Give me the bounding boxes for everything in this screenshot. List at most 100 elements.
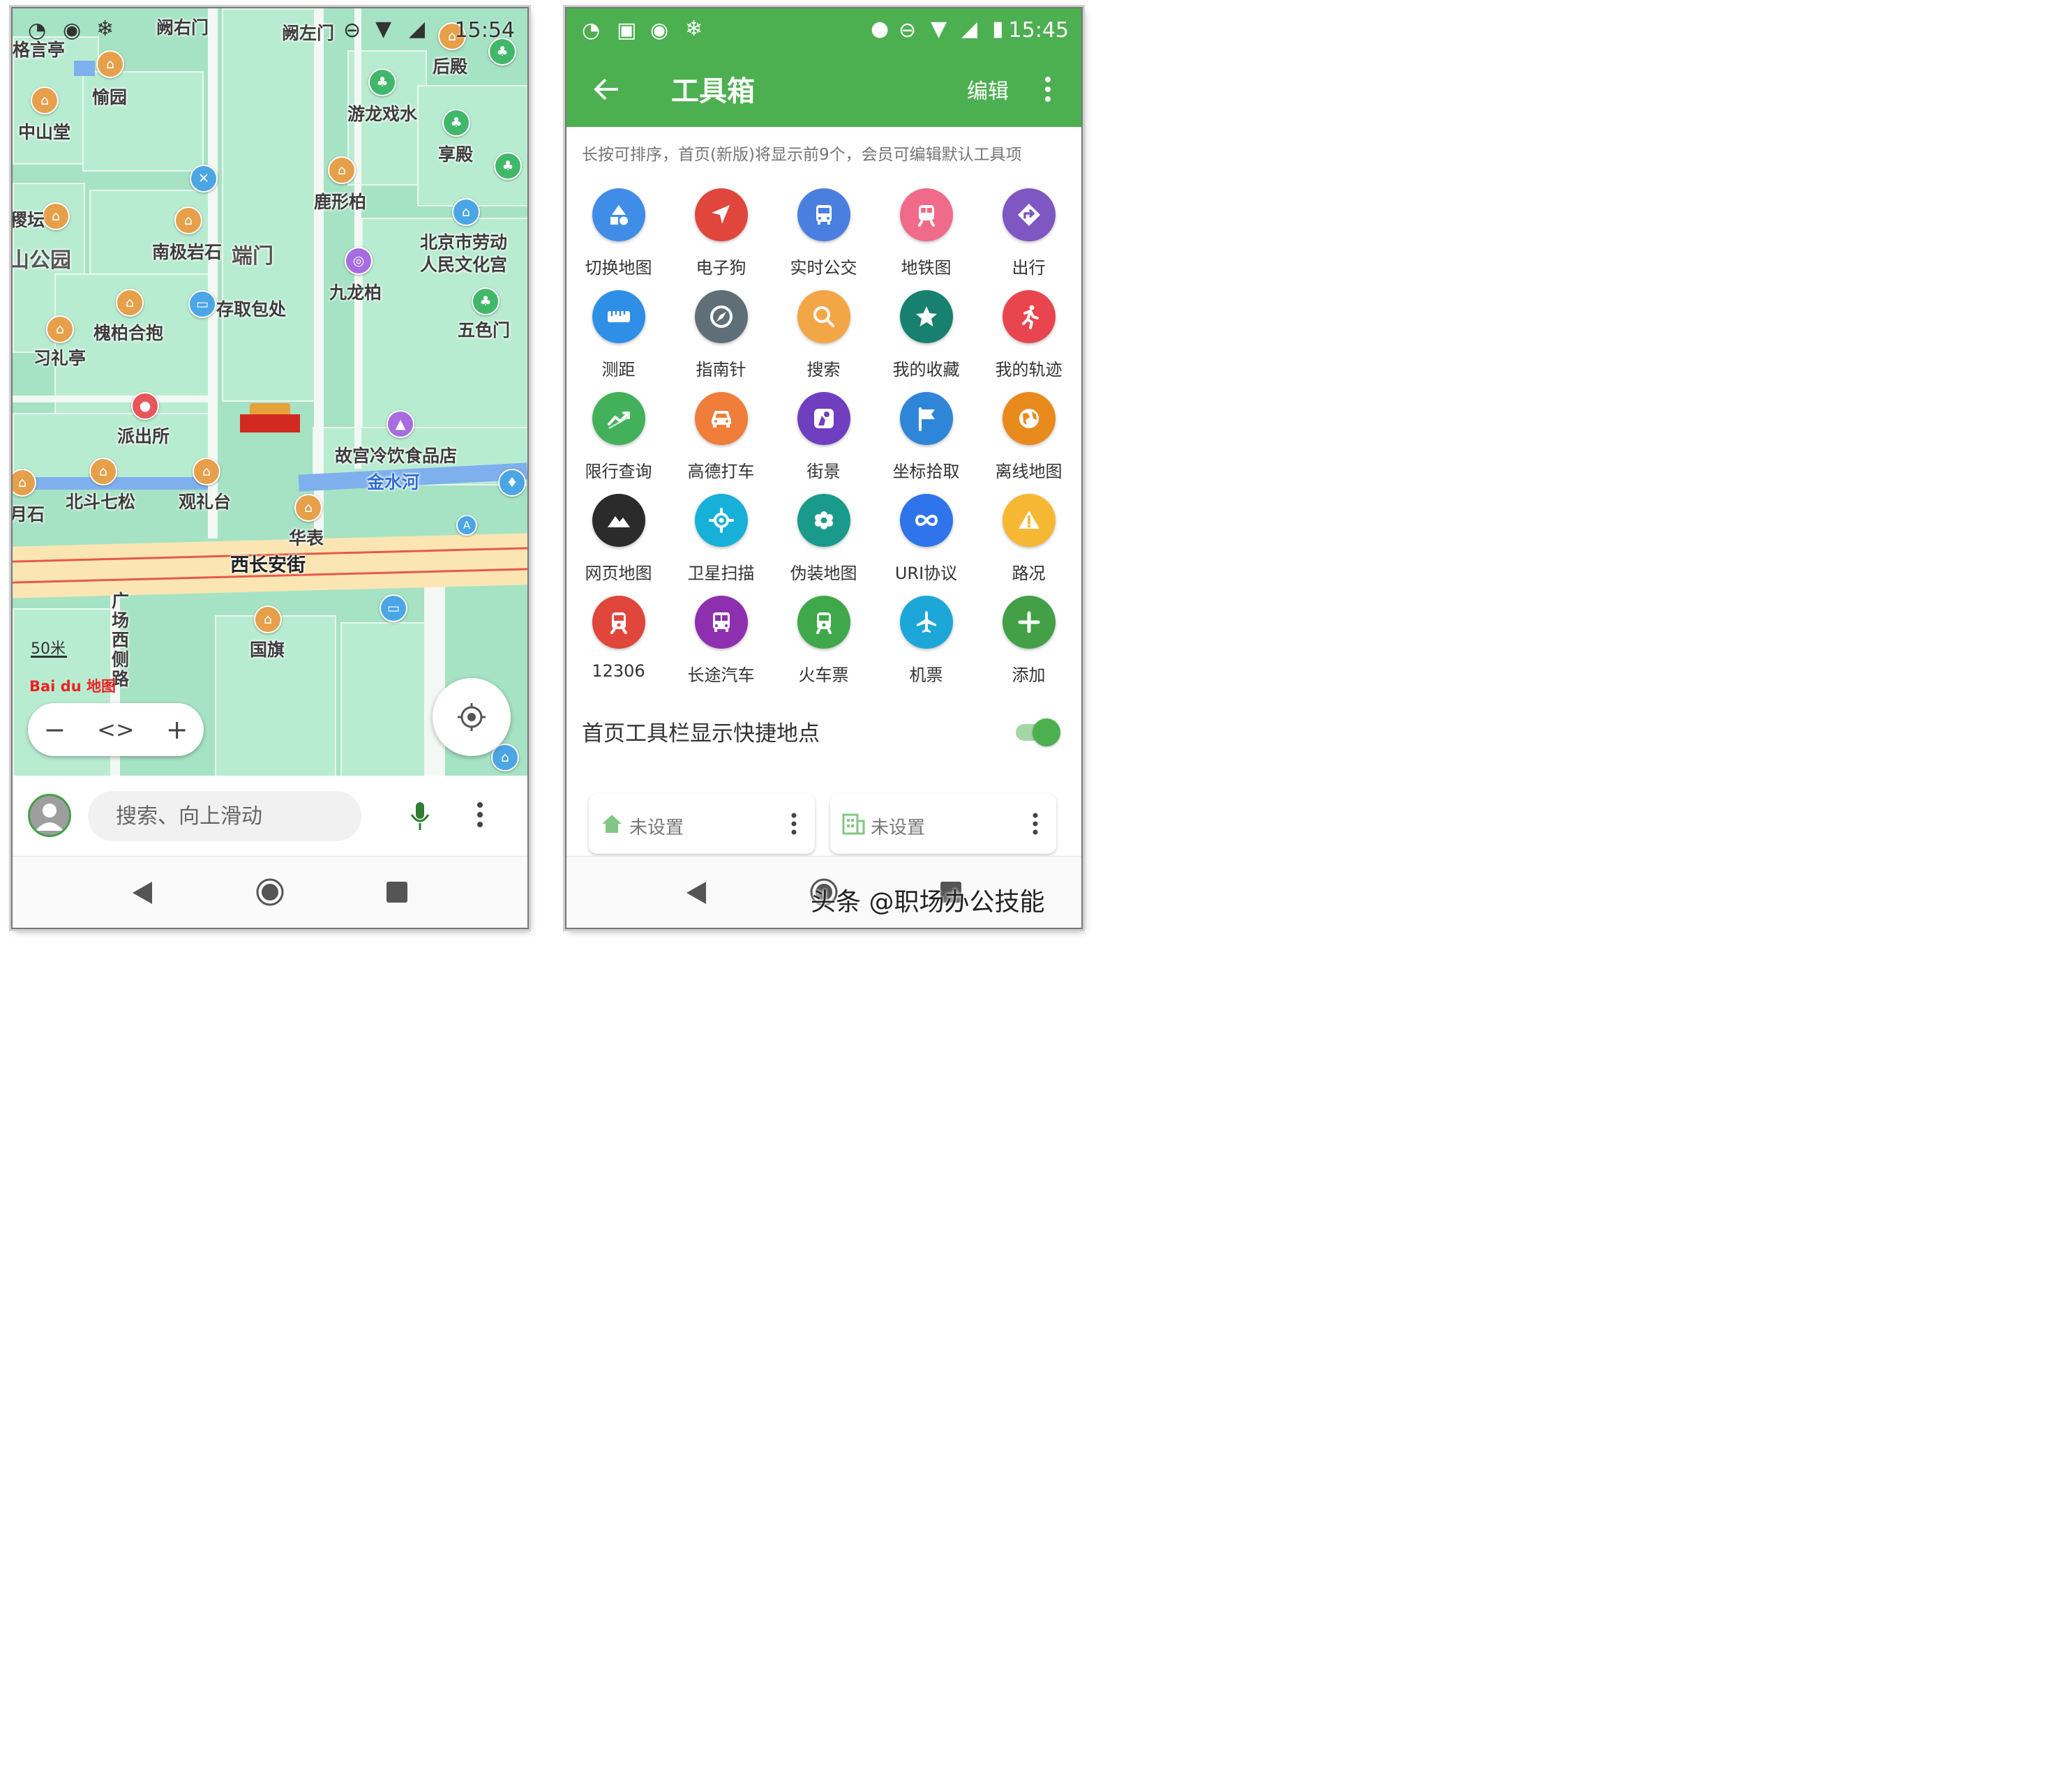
- museum-pin-icon[interactable]: ⌂: [89, 458, 117, 485]
- tool-item[interactable]: 添加: [977, 596, 1080, 686]
- tree-pin-icon[interactable]: ♣: [368, 68, 396, 96]
- tool-label: 我的轨迹: [995, 360, 1063, 379]
- exit-pin-icon[interactable]: ▭: [380, 594, 407, 622]
- zoom-out-button[interactable]: −: [43, 714, 66, 745]
- signal-icon: ◢: [409, 17, 426, 41]
- back-nav-icon[interactable]: [684, 879, 709, 907]
- more-vert-icon[interactable]: [473, 801, 487, 831]
- tool-item[interactable]: 出行: [977, 188, 1080, 278]
- tool-label: 街景: [806, 462, 841, 481]
- map-canvas[interactable]: ⌂ ⌂ ♣ ♣ ♣ ♣ ⌂ ⌂ ✕ ⌂ ⌂ ⌂ ◎ ▭ ♣ ⌂ ⌂ ● ▲ ⌂ …: [13, 8, 527, 854]
- tool-item[interactable]: 伪装地图: [772, 494, 875, 584]
- attraction-pin-icon[interactable]: ◎: [345, 247, 373, 275]
- page-title: 工具箱: [671, 75, 755, 107]
- tool-item[interactable]: 12306: [567, 596, 670, 681]
- tool-item[interactable]: 离线地图: [977, 392, 1080, 482]
- notification-icon: ◔: [582, 18, 601, 43]
- museum-pin-icon[interactable]: ⌂: [13, 469, 36, 497]
- warning-icon: [1002, 494, 1056, 547]
- tool-item[interactable]: 我的收藏: [875, 290, 977, 380]
- tool-item[interactable]: 我的轨迹: [977, 290, 1080, 380]
- museum-pin-icon[interactable]: ⌂: [174, 206, 202, 234]
- quick-places-toggle[interactable]: [1016, 718, 1060, 746]
- ticket-pin-icon[interactable]: ✕: [190, 165, 218, 193]
- tool-item[interactable]: 机票: [875, 596, 977, 686]
- tool-item[interactable]: URI协议: [875, 494, 977, 584]
- globe-icon: [1002, 392, 1056, 445]
- tool-label: 机票: [909, 665, 943, 685]
- watermark: 头条 @职场办公技能: [811, 888, 1045, 917]
- tree-pin-icon[interactable]: ♣: [494, 152, 522, 180]
- tree-pin-icon[interactable]: ♣: [442, 109, 470, 137]
- home-nav-icon[interactable]: [255, 877, 285, 907]
- museum-pin-icon[interactable]: ⌂: [328, 156, 356, 184]
- museum-pin-icon[interactable]: ⌂: [96, 50, 124, 78]
- museum-pin-icon[interactable]: ⌂: [42, 202, 70, 230]
- tool-item[interactable]: 长途汽车: [670, 596, 772, 686]
- tool-item[interactable]: 卫星扫描: [670, 494, 772, 584]
- location-icon: ●: [871, 17, 889, 41]
- tool-label: 切换地图: [585, 258, 652, 278]
- microphone-icon[interactable]: [409, 801, 431, 834]
- tool-item[interactable]: 切换地图: [567, 188, 670, 278]
- river-label: 金水河: [367, 472, 420, 492]
- tool-item[interactable]: 网页地图: [567, 494, 670, 584]
- more-vert-icon[interactable]: [1031, 812, 1039, 836]
- tool-label: 地铁图: [901, 258, 952, 278]
- snowflake-icon: ❄: [96, 17, 114, 41]
- poi-a-marker-icon[interactable]: A: [456, 515, 477, 536]
- tool-item[interactable]: 测距: [567, 290, 670, 380]
- map-label: 国旗: [250, 640, 285, 660]
- tool-item[interactable]: 街景: [772, 392, 875, 482]
- museum-pin-icon[interactable]: ⌂: [31, 86, 59, 114]
- tool-item[interactable]: 高德打车: [670, 392, 772, 482]
- more-vert-icon[interactable]: [1041, 75, 1055, 103]
- search-input[interactable]: [88, 791, 361, 841]
- back-arrow-icon[interactable]: [593, 75, 621, 103]
- tool-item[interactable]: 实时公交: [772, 188, 875, 278]
- edit-button[interactable]: 编辑: [967, 74, 1009, 105]
- museum-pin-icon[interactable]: ⌂: [116, 289, 144, 317]
- map-label: 习礼亭: [33, 348, 87, 368]
- back-nav-icon[interactable]: [130, 879, 155, 907]
- museum-pin-icon[interactable]: ⌂: [452, 198, 480, 226]
- tool-item[interactable]: 指南针: [670, 290, 772, 380]
- tool-label: 指南针: [696, 360, 746, 379]
- route-icon: [1002, 188, 1056, 241]
- museum-pin-icon[interactable]: ⌂: [294, 494, 322, 522]
- shapes-icon: [592, 188, 645, 241]
- pavilion-pin-icon[interactable]: ⌂: [46, 315, 74, 343]
- tool-item[interactable]: 地铁图: [875, 188, 977, 278]
- tree-pin-icon[interactable]: ♣: [472, 287, 500, 315]
- recents-nav-icon[interactable]: [385, 880, 409, 904]
- battery-icon: ▮: [992, 17, 1004, 41]
- more-vert-icon[interactable]: [790, 812, 798, 836]
- tool-item[interactable]: 搜索: [772, 290, 875, 380]
- tool-item[interactable]: 坐标拾取: [875, 392, 977, 482]
- police-pin-icon[interactable]: ●: [131, 392, 159, 420]
- map-label: 槐柏合抱: [93, 323, 164, 343]
- shop-pin-icon[interactable]: ▲: [386, 410, 414, 438]
- train-ticket-icon: [797, 596, 850, 649]
- quick-place-label: 未设置: [629, 818, 684, 838]
- zoom-in-button[interactable]: +: [166, 714, 188, 745]
- tool-label: 伪装地图: [790, 564, 857, 583]
- tool-item[interactable]: 火车票: [772, 596, 875, 686]
- tool-label: 坐标拾取: [892, 462, 960, 481]
- toilet-pin-icon[interactable]: ♦: [498, 469, 526, 497]
- tool-label: 出行: [1012, 258, 1046, 278]
- tool-item[interactable]: 限行查询: [567, 392, 670, 482]
- tool-item[interactable]: 路况: [977, 494, 1080, 584]
- map-label: 派出所: [117, 426, 170, 446]
- avatar[interactable]: [28, 794, 71, 837]
- quick-place-company[interactable]: 未设置: [830, 794, 1056, 854]
- tool-item[interactable]: 电子狗: [670, 188, 772, 278]
- museum-pin-icon[interactable]: ⌂: [254, 605, 282, 633]
- wifi-icon: ▼: [375, 17, 392, 41]
- locker-pin-icon[interactable]: ▭: [188, 290, 216, 318]
- museum-pin-icon[interactable]: ⌂: [193, 458, 220, 485]
- locate-button[interactable]: [433, 678, 511, 756]
- code-toggle-button[interactable]: <>: [97, 716, 135, 743]
- tool-label: 搜索: [806, 360, 841, 379]
- quick-place-home[interactable]: 未设置: [589, 794, 815, 854]
